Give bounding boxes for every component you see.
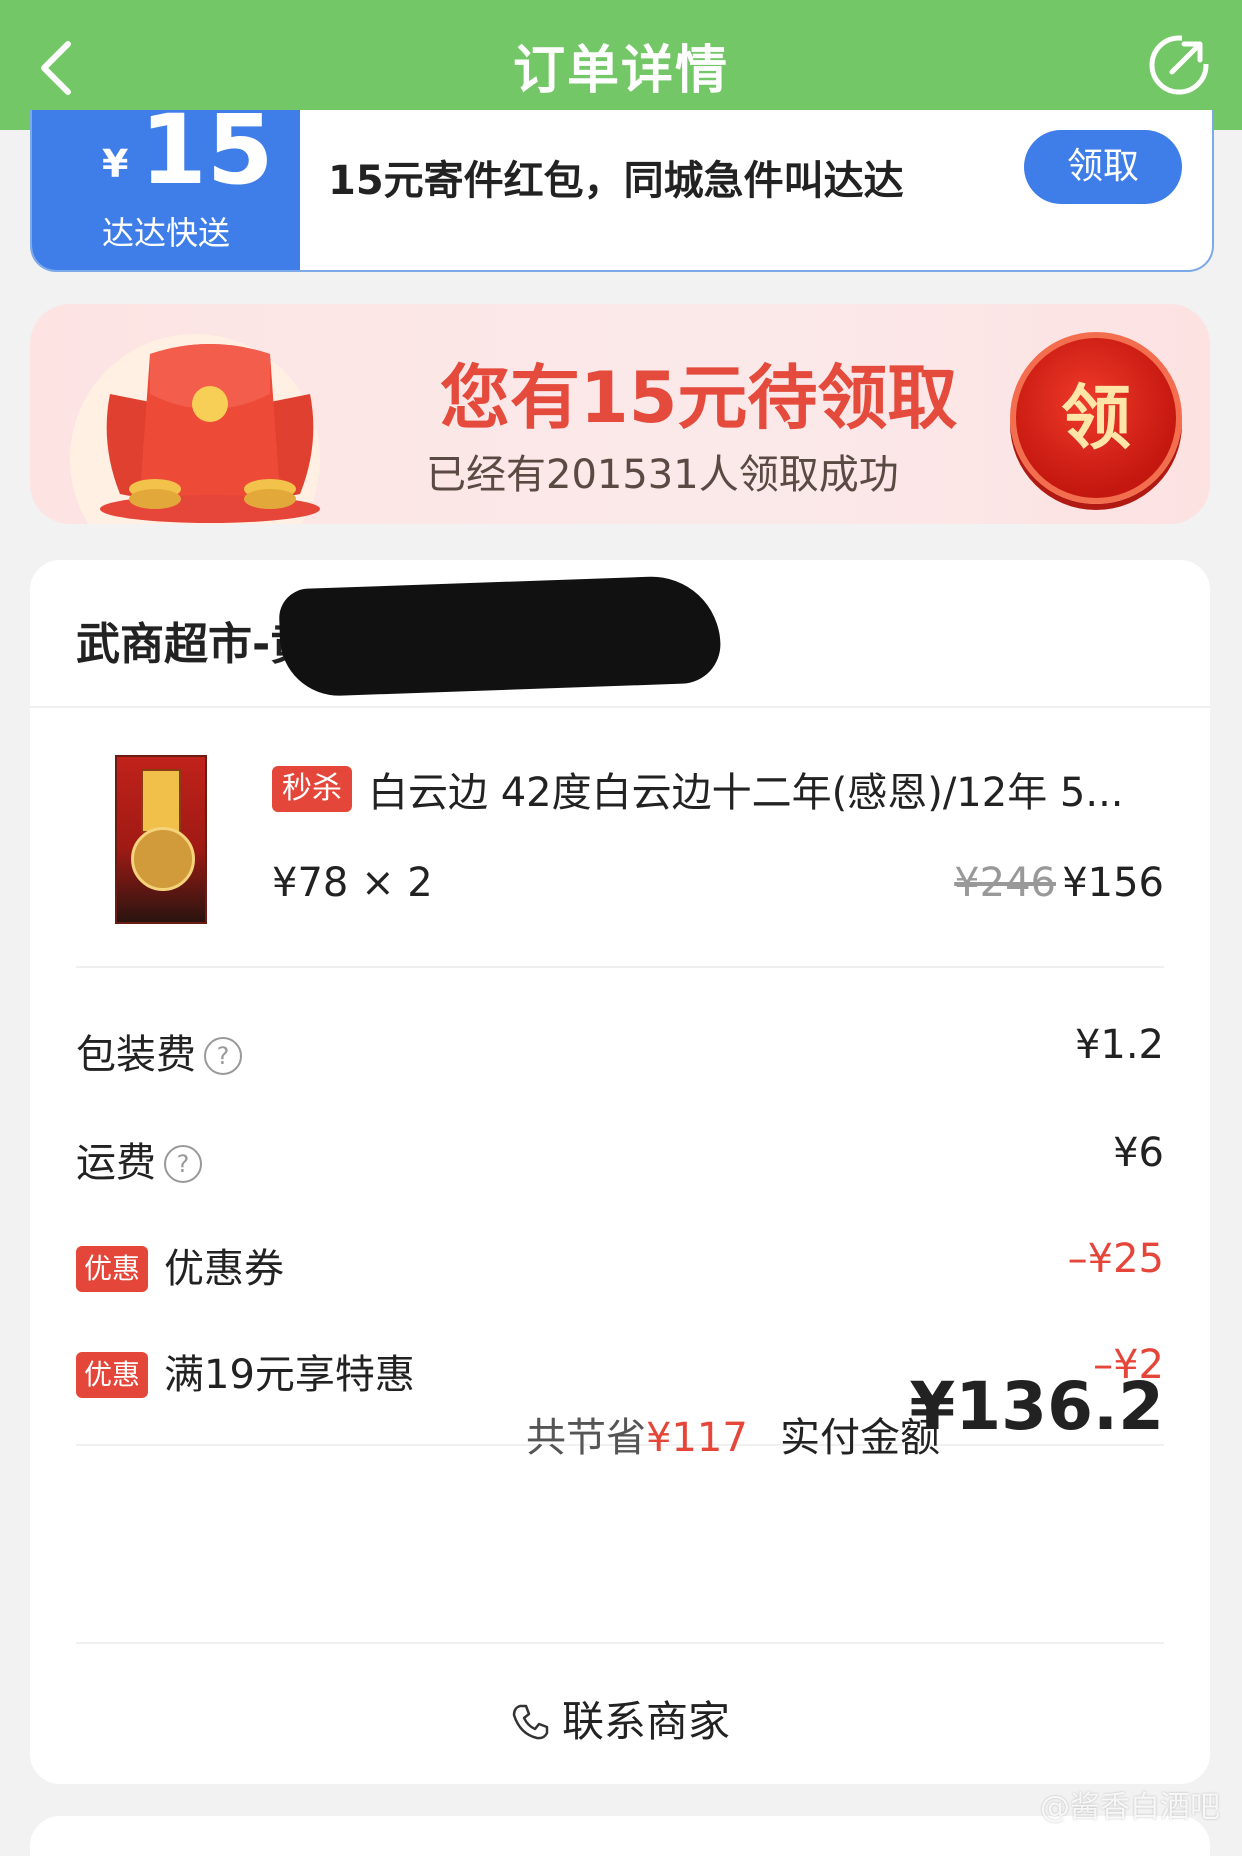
coupon-discount-value: –¥25 bbox=[1067, 1236, 1164, 1282]
shipping-fee-label: 运费 bbox=[76, 1140, 156, 1186]
red-envelope-icon bbox=[100, 344, 320, 523]
discount-tag: 优惠 bbox=[76, 1246, 149, 1292]
saved-value: ¥117 bbox=[646, 1415, 748, 1461]
saved-label: 共节省 bbox=[526, 1415, 646, 1461]
claim-coupon-button[interactable]: 领取 bbox=[1024, 130, 1182, 204]
unit-price-qty: ¥78 × 2 bbox=[272, 860, 433, 906]
dada-coupon-card: ¥ 15 达达快送 15元寄件红包，同城急件叫达达 领取 bbox=[30, 110, 1214, 272]
redaction-scribble bbox=[278, 574, 722, 698]
divider bbox=[76, 966, 1164, 968]
watermark: @酱香白酒吧 bbox=[1040, 1790, 1220, 1825]
claim-red-packet-button[interactable]: 领 bbox=[1010, 332, 1182, 504]
packaging-fee-value: ¥1.2 bbox=[1074, 1022, 1164, 1068]
item-subtotal: ¥156 bbox=[1062, 860, 1164, 906]
coupon-currency: ¥ bbox=[102, 142, 129, 186]
bottle-label bbox=[141, 769, 181, 833]
original-price: ¥246 bbox=[954, 860, 1056, 906]
store-name: 武商超市-黄 bbox=[76, 619, 315, 670]
coupon-discount-row: 优惠 优惠券 –¥25 bbox=[76, 1236, 1164, 1296]
banner-headline: 您有15元待领取 bbox=[440, 357, 958, 439]
coupon-amount: 15 bbox=[140, 110, 274, 206]
shipping-fee-row: 运费? ¥6 bbox=[76, 1130, 1164, 1190]
flash-sale-tag: 秒杀 bbox=[272, 766, 352, 812]
divider bbox=[30, 706, 1210, 708]
help-icon[interactable]: ? bbox=[204, 1037, 242, 1075]
total-saved: 共节省¥117 bbox=[526, 1405, 748, 1463]
coupon-perforation bbox=[294, 110, 306, 270]
coupon-brand: 达达快送 bbox=[102, 214, 231, 252]
product-name[interactable]: 白云边 42度白云边十二年(感恩)/12年 5... bbox=[368, 760, 1168, 818]
product-image[interactable] bbox=[115, 755, 207, 924]
coupon-description: 15元寄件红包，同城急件叫达达 bbox=[328, 158, 904, 204]
share-icon[interactable] bbox=[1146, 32, 1212, 102]
coupon-amount-panel: ¥ 15 达达快送 bbox=[32, 110, 300, 270]
contact-merchant-label: 联系商家 bbox=[561, 1697, 730, 1746]
divider bbox=[76, 1642, 1164, 1644]
promo-discount-label: 满19元享特惠 bbox=[164, 1352, 415, 1398]
contact-merchant-button[interactable]: 联系商家 bbox=[30, 1688, 1210, 1749]
banner-subtitle: 已经有201531人领取成功 bbox=[426, 452, 899, 498]
coupon-discount-label: 优惠券 bbox=[164, 1246, 285, 1292]
discount-tag: 优惠 bbox=[76, 1352, 149, 1398]
page-title: 订单详情 bbox=[512, 41, 729, 101]
shipping-fee-value: ¥6 bbox=[1113, 1130, 1164, 1176]
packaging-fee-label: 包装费 bbox=[76, 1032, 196, 1078]
phone-icon bbox=[512, 1704, 549, 1740]
help-icon[interactable]: ? bbox=[164, 1145, 202, 1183]
red-packet-banner[interactable]: 您有15元待领取 已经有201531人领取成功 领 bbox=[30, 304, 1210, 524]
packaging-fee-row: 包装费? ¥1.2 bbox=[76, 1022, 1164, 1082]
next-card-edge bbox=[30, 1816, 1210, 1856]
paid-amount-value: ¥136.2 bbox=[909, 1368, 1164, 1445]
bottle-seal bbox=[131, 827, 195, 891]
order-card: 武商超市-黄> 秒杀 白云边 42度白云边十二年(感恩)/12年 5... ¥7… bbox=[30, 560, 1210, 1784]
